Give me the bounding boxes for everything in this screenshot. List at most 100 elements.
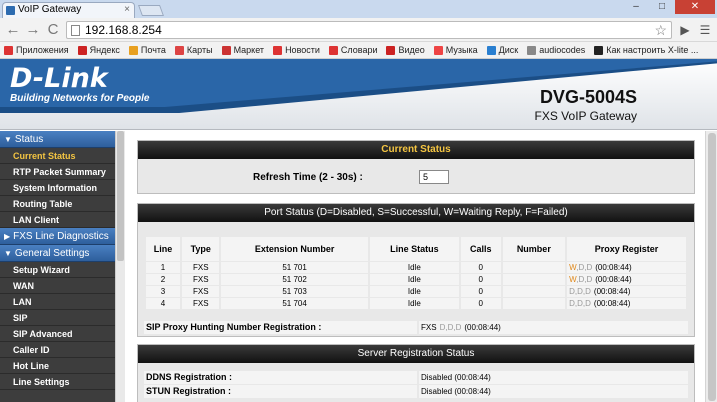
- sidebar-section-header[interactable]: ▼ General Settings: [0, 245, 115, 262]
- proxy-time: (00:08:44): [595, 275, 632, 284]
- cell-type: FXS: [182, 286, 220, 297]
- sidebar-item[interactable]: LAN Client: [0, 212, 115, 228]
- bookmark-icon: [433, 45, 443, 55]
- bookmark-item[interactable]: Почта: [128, 45, 166, 55]
- registration-value: Disabled (00:08:44): [419, 385, 688, 398]
- bookmark-item[interactable]: Словари: [328, 45, 378, 55]
- sidebar-section-label: General Settings: [14, 248, 90, 259]
- minimize-button[interactable]: –: [623, 0, 649, 14]
- column-header: Number: [502, 237, 566, 261]
- bookmark-item[interactable]: Яндекс: [77, 45, 120, 55]
- dlink-logo: D-Link: [10, 63, 108, 94]
- bookmark-icon: [527, 45, 537, 55]
- address-bar[interactable]: 192.168.8.254 ☆: [66, 21, 672, 39]
- cell-type: FXS: [182, 262, 220, 273]
- sidebar-item[interactable]: Caller ID: [0, 342, 115, 358]
- sidebar-item[interactable]: Routing Table: [0, 196, 115, 212]
- proxy-code: D: [586, 263, 593, 272]
- column-header: Extension Number: [221, 237, 368, 261]
- bookmark-item[interactable]: Приложения: [4, 45, 69, 55]
- page-icon: [71, 25, 80, 36]
- proxy-code: D: [585, 299, 591, 308]
- url-text: 192.168.8.254: [85, 23, 162, 37]
- sidebar-item[interactable]: Setup Wizard: [0, 262, 115, 278]
- tab-close-icon[interactable]: ×: [124, 3, 130, 17]
- sidebar-item[interactable]: Hot Line: [0, 358, 115, 374]
- sidebar-item[interactable]: SIP: [0, 310, 115, 326]
- reload-button[interactable]: C: [44, 21, 62, 39]
- sidebar-section-header[interactable]: ▼ Status: [0, 131, 115, 148]
- bookmark-item[interactable]: Новости: [273, 45, 320, 55]
- tab-title: VoIP Gateway: [18, 4, 82, 15]
- extension-icon[interactable]: ▶: [676, 21, 694, 39]
- cell-ext: 51 702: [221, 274, 368, 285]
- cell-calls: 0: [460, 274, 501, 285]
- refresh-time-input[interactable]: 5: [419, 170, 449, 184]
- cell-ext: 51 701: [221, 262, 368, 273]
- bookmark-label: Видео: [398, 45, 425, 55]
- table-row: 3 FXS 51 703 Idle 0 D,D,D (00:08:44): [146, 286, 686, 297]
- bookmark-icon: [128, 45, 138, 55]
- server-registration-title: Server Registration Status: [138, 345, 694, 363]
- sip-hunting-time: (00:08:44): [464, 323, 501, 332]
- sidebar-section-header[interactable]: ▶ FXS Line Diagnostics: [0, 228, 115, 245]
- sidebar-item[interactable]: LAN: [0, 294, 115, 310]
- current-status-title: Current Status: [138, 141, 694, 159]
- proxy-time: (00:08:44): [595, 263, 632, 272]
- menu-icon[interactable]: ☰: [696, 21, 714, 39]
- forward-button[interactable]: →: [24, 21, 42, 39]
- column-header: Line: [146, 237, 181, 261]
- sidebar-item[interactable]: Line Settings: [0, 374, 115, 390]
- main-content: Current Status Refresh Time (2 - 30s) : …: [126, 131, 717, 402]
- expanded-arrow-icon: ▼: [4, 135, 12, 144]
- sip-hunting-row: SIP Proxy Hunting Number Registration : …: [144, 321, 688, 334]
- current-status-panel: Current Status Refresh Time (2 - 30s) : …: [137, 140, 695, 194]
- bookmark-icon: [386, 45, 396, 55]
- bookmark-item[interactable]: Музыка: [433, 45, 478, 55]
- browser-toolbar: ← → C 192.168.8.254 ☆ ▶ ☰: [0, 18, 717, 42]
- bookmark-item[interactable]: Карты: [174, 45, 213, 55]
- proxy-time: (00:08:44): [593, 299, 631, 308]
- registration-value: Disabled (00:08:44): [419, 371, 688, 384]
- bookmark-item[interactable]: Маркет: [221, 45, 265, 55]
- proxy-time: (00:08:44): [593, 287, 631, 296]
- new-tab-button[interactable]: [137, 5, 165, 16]
- column-header: Type: [182, 237, 220, 261]
- bookmark-label: Яндекс: [89, 45, 120, 55]
- maximize-button[interactable]: □: [649, 0, 675, 14]
- bookmark-item[interactable]: Диск: [486, 45, 518, 55]
- collapsed-arrow-icon: ▶: [4, 232, 11, 241]
- bookmark-label: Словари: [340, 45, 378, 55]
- proxy-code: D: [585, 287, 591, 296]
- sidebar-scroll-thumb[interactable]: [117, 131, 124, 261]
- cell-status: Idle: [369, 286, 459, 297]
- sip-hunting-code: D: [455, 323, 462, 332]
- bookmark-icon: [174, 45, 184, 55]
- cell-ext: 51 703: [221, 286, 368, 297]
- bookmark-item[interactable]: Видео: [386, 45, 425, 55]
- page-scrollbar[interactable]: [705, 131, 717, 402]
- back-button[interactable]: ←: [4, 21, 22, 39]
- sidebar-item[interactable]: WAN: [0, 278, 115, 294]
- cell-proxy-register: W,D,D (00:08:44): [567, 274, 686, 285]
- bookmark-item[interactable]: Как настроить X-lite ...: [594, 45, 698, 55]
- bookmark-star-icon[interactable]: ☆: [654, 22, 667, 38]
- bookmark-icon: [594, 45, 604, 55]
- bookmark-item[interactable]: audiocodes: [527, 45, 585, 55]
- favicon-icon: [6, 6, 15, 15]
- sidebar-section-label: Status: [14, 134, 44, 145]
- sip-hunting-label: SIP Proxy Hunting Number Registration :: [144, 321, 417, 334]
- window-close-button[interactable]: ✕: [675, 0, 715, 14]
- sidebar-scrollbar[interactable]: [115, 131, 125, 402]
- logo-tagline: Building Networks for People: [10, 93, 150, 104]
- bookmark-label: Маркет: [233, 45, 265, 55]
- refresh-label: Refresh Time (2 - 30s) :: [253, 172, 363, 183]
- page-scroll-thumb[interactable]: [708, 133, 716, 401]
- sidebar-item[interactable]: Current Status: [0, 148, 115, 164]
- sidebar-item[interactable]: SIP Advanced: [0, 326, 115, 342]
- sidebar-item[interactable]: System Information: [0, 180, 115, 196]
- bookmark-label: audiocodes: [539, 45, 586, 55]
- sidebar-item[interactable]: RTP Packet Summary: [0, 164, 115, 180]
- cell-proxy-register: W,D,D (00:08:44): [567, 262, 686, 273]
- browser-tab[interactable]: VoIP Gateway ×: [2, 2, 135, 18]
